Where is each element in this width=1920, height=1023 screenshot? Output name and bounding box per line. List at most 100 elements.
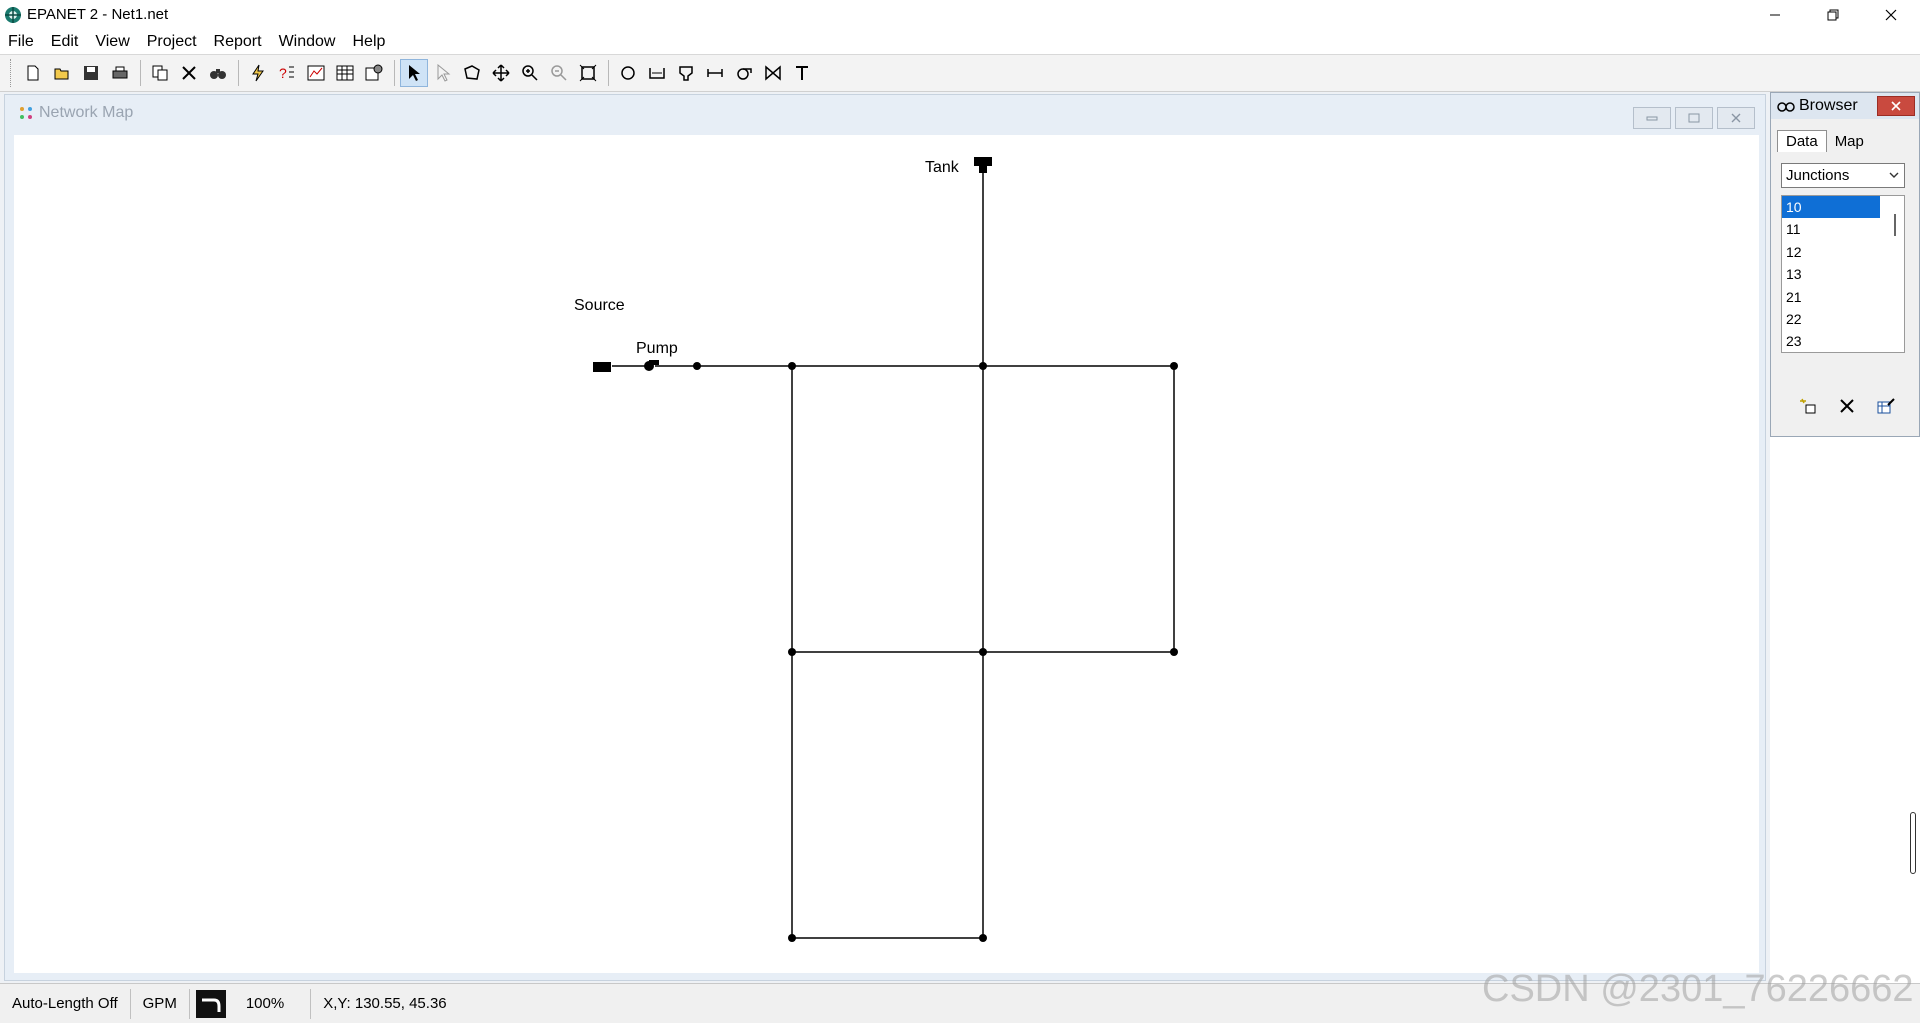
object-category-select[interactable]: Junctions [1781, 163, 1905, 188]
junction-node[interactable] [693, 362, 701, 370]
list-item[interactable]: 21 [1782, 286, 1880, 308]
list-item[interactable]: 23 [1782, 330, 1880, 352]
mdi-workspace: Network Map Tank Source Pump [0, 92, 1770, 983]
add-pipe-button[interactable] [701, 59, 729, 87]
vertex-arrow-icon [437, 64, 451, 82]
junction-node[interactable] [979, 648, 987, 656]
full-extent-button[interactable] [574, 59, 602, 87]
lightning-icon [252, 64, 264, 82]
network-drawing[interactable] [14, 135, 1759, 973]
list-item[interactable]: 10 [1782, 196, 1880, 219]
add-reservoir-button[interactable] [643, 59, 671, 87]
map-close-button[interactable] [1717, 107, 1755, 129]
junction-node[interactable] [979, 362, 987, 370]
delete-icon [1840, 399, 1854, 413]
toolbar-separator [140, 60, 141, 86]
add-pump-button[interactable] [730, 59, 758, 87]
close-button[interactable] [1862, 0, 1920, 29]
add-object-icon [1800, 398, 1816, 414]
query-icon: ? [279, 65, 294, 81]
junction-icon [621, 66, 635, 80]
table-button[interactable] [331, 59, 359, 87]
map-minimize-button[interactable] [1633, 107, 1671, 129]
map-maximize-button[interactable] [1675, 107, 1713, 129]
options-button[interactable] [360, 59, 388, 87]
junction-node[interactable] [1170, 648, 1178, 656]
print-button[interactable] [106, 59, 134, 87]
object-list[interactable]: 10 11 12 13 21 22 23 [1781, 195, 1905, 353]
edit-object-button[interactable] [1875, 395, 1897, 417]
menu-project[interactable]: Project [147, 33, 197, 51]
junction-node[interactable] [788, 362, 796, 370]
browser-title: Browser [1799, 97, 1858, 114]
binoculars-icon [210, 69, 226, 79]
list-scrollbar[interactable] [1894, 214, 1896, 236]
run-button[interactable] [244, 59, 272, 87]
restore-button[interactable] [1804, 0, 1862, 29]
tank-symbol[interactable] [974, 157, 992, 173]
minimize-icon [1770, 14, 1780, 15]
menu-window[interactable]: Window [279, 33, 336, 51]
network-map-icon [20, 106, 32, 119]
delete-button[interactable] [175, 59, 203, 87]
save-button[interactable] [77, 59, 105, 87]
vertical-scrollbar-thumb[interactable] [1910, 812, 1916, 874]
browser-close-button[interactable] [1877, 96, 1915, 116]
add-valve-button[interactable] [759, 59, 787, 87]
select-vertex-button[interactable] [429, 59, 457, 87]
add-tank-button[interactable] [672, 59, 700, 87]
add-label-button[interactable] [788, 59, 816, 87]
menu-help[interactable]: Help [352, 33, 385, 51]
minimize-button[interactable] [1746, 0, 1804, 29]
pump-icon [737, 68, 752, 80]
menu-view[interactable]: View [95, 33, 129, 51]
junction-node[interactable] [788, 648, 796, 656]
menu-file[interactable]: File [8, 33, 34, 51]
pan-button[interactable] [487, 59, 515, 87]
menu-report[interactable]: Report [214, 33, 262, 51]
graph-icon [307, 65, 325, 81]
select-region-button[interactable] [458, 59, 486, 87]
tab-data[interactable]: Data [1777, 130, 1827, 152]
network-map-canvas[interactable]: Tank Source Pump [14, 135, 1759, 973]
tab-map[interactable]: Map [1827, 130, 1872, 152]
watermark: CSDN @2301_76226662 [1482, 968, 1914, 1010]
source-label: Source [574, 297, 625, 314]
delete-object-button[interactable] [1836, 395, 1858, 417]
list-item[interactable]: 12 [1782, 241, 1880, 263]
add-junction-button[interactable] [614, 59, 642, 87]
select-object-button[interactable] [400, 59, 428, 87]
print-icon [112, 66, 128, 79]
new-button[interactable] [19, 59, 47, 87]
list-item[interactable]: 22 [1782, 308, 1880, 330]
zoom-in-button[interactable] [516, 59, 544, 87]
query-button[interactable]: ? [273, 59, 301, 87]
reservoir-symbol[interactable] [593, 360, 611, 372]
toolbar-grip[interactable] [10, 59, 13, 87]
junction-node[interactable] [1170, 362, 1178, 370]
right-panel-area [1770, 437, 1920, 983]
find-button[interactable] [204, 59, 232, 87]
binoculars-icon [1777, 102, 1795, 112]
text-label-icon [796, 66, 808, 80]
open-button[interactable] [48, 59, 76, 87]
browser-panel: Browser Data Map Junctions 10 11 12 13 2… [1770, 92, 1920, 437]
copy-button[interactable] [146, 59, 174, 87]
auto-length-status[interactable]: Auto-Length Off [0, 988, 131, 1019]
network-map-titlebar[interactable]: Network Map [5, 95, 1765, 130]
title-bar: EPANET 2 - Net1.net [0, 0, 1920, 29]
junction-node[interactable] [788, 934, 796, 942]
valve-icon [765, 65, 781, 81]
list-item[interactable]: 11 [1782, 218, 1880, 240]
junction-node[interactable] [979, 934, 987, 942]
table-icon [336, 65, 354, 81]
pump-label: Pump [636, 340, 678, 357]
tank-label: Tank [925, 159, 959, 176]
menu-edit[interactable]: Edit [51, 33, 79, 51]
svg-text:?: ? [279, 65, 287, 81]
graph-button[interactable] [302, 59, 330, 87]
chevron-down-icon [1889, 172, 1899, 178]
zoom-out-button[interactable] [545, 59, 573, 87]
add-object-button[interactable] [1797, 395, 1819, 417]
list-item[interactable]: 13 [1782, 263, 1880, 285]
